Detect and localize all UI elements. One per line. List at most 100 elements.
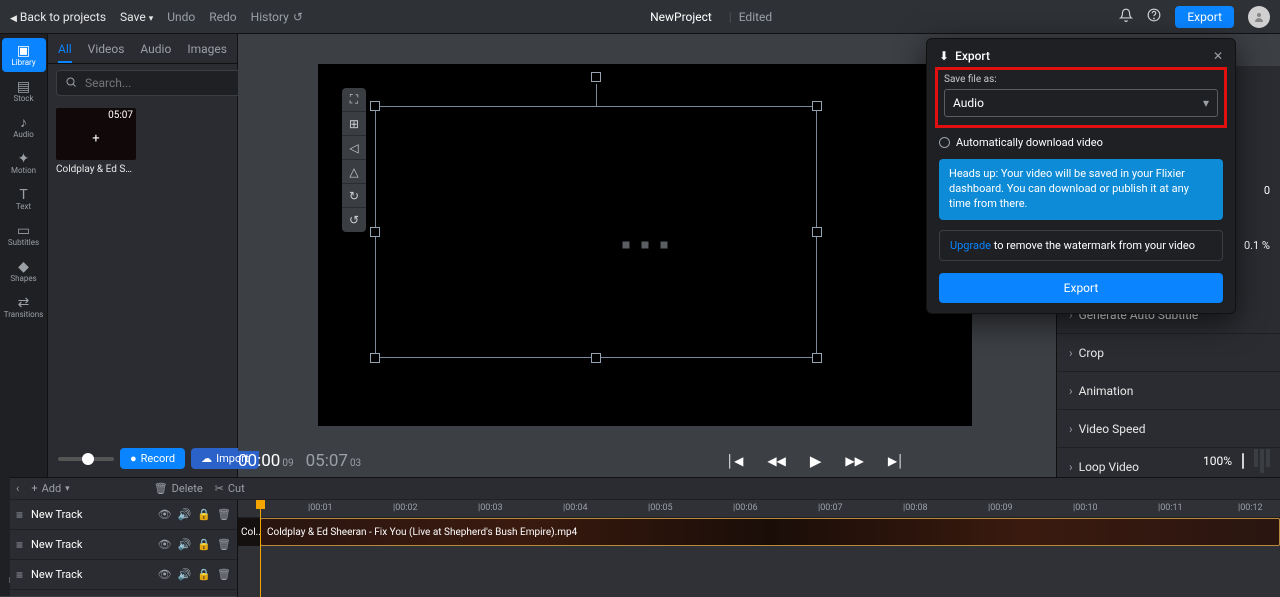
volume-icon[interactable]: 🔊 [178, 508, 192, 521]
asset-item[interactable]: 05:07 + Coldplay & Ed She... [56, 108, 136, 175]
add-button[interactable]: + Add ▾ [31, 482, 69, 495]
flip-v-icon[interactable]: △ [342, 160, 366, 184]
scissors-icon: ✂ [215, 482, 224, 495]
eye-icon[interactable]: 👁 [158, 538, 172, 551]
video-stage[interactable]: ⛶ ⊞ ◁ △ ↻ ↺ [318, 64, 972, 426]
search-input[interactable] [83, 75, 243, 91]
drag-icon[interactable]: ≡ [16, 538, 23, 552]
fit-icon[interactable]: ⛶ [342, 88, 366, 112]
rail-subtitles[interactable]: ▭Subtitles [2, 218, 46, 252]
trash-icon[interactable]: 🗑 [217, 568, 231, 581]
tab-videos[interactable]: Videos [88, 42, 125, 56]
rail-audio[interactable]: ♪Audio [2, 110, 46, 144]
flip-h-icon[interactable]: ◁ [342, 136, 366, 160]
clip-thumb[interactable]: Col... [238, 518, 260, 546]
acc-crop[interactable]: ›Crop [1057, 334, 1280, 372]
volume-icon[interactable]: 🔊 [178, 538, 192, 551]
folder-icon: ▣ [17, 44, 30, 58]
export-confirm-button[interactable]: Export [939, 273, 1223, 303]
handle-ne[interactable] [812, 101, 822, 111]
export-button[interactable]: Export [1175, 6, 1234, 28]
undo-button[interactable]: Undo [167, 10, 195, 24]
library-panel: All Videos Audio Images Date ▾ 05:07 + C… [48, 34, 238, 477]
asset-thumbnail: 05:07 + [56, 108, 136, 160]
forward-icon[interactable]: ▶▶ [845, 454, 863, 468]
trash-icon[interactable]: 🗑 [217, 508, 231, 521]
bell-icon[interactable] [1119, 8, 1133, 25]
handle-rotate[interactable] [591, 72, 601, 82]
save-as-select[interactable]: Audio ▾ [944, 89, 1218, 117]
zoom-level[interactable]: 100% [1203, 454, 1232, 468]
waveform-toggle-icon[interactable] [1254, 449, 1270, 473]
radio-unchecked-icon [939, 137, 950, 148]
handle-nw[interactable] [370, 101, 380, 111]
rail-motion[interactable]: ✦Motion [2, 146, 46, 180]
search-icon [65, 76, 77, 91]
volume-icon[interactable]: 🔊 [178, 568, 192, 581]
acc-animation[interactable]: ›Animation [1057, 372, 1280, 410]
time-ruler[interactable]: |00:01 |00:02 |00:03 |00:04 |00:05 |00:0… [238, 500, 1280, 518]
save-as-label: Save file as: [944, 74, 1218, 85]
record-button[interactable]: ●Record [120, 448, 185, 469]
lock-icon[interactable]: 🔒 [197, 568, 211, 581]
rotate-ccw-icon[interactable]: ↺ [342, 208, 366, 232]
tracks-area[interactable]: |00:01 |00:02 |00:03 |00:04 |00:05 |00:0… [238, 500, 1280, 597]
skip-start-icon[interactable]: │◀ [727, 454, 744, 468]
project-name: NewProject [650, 10, 712, 24]
export-popup-title: Export [955, 49, 990, 63]
help-icon[interactable] [1147, 8, 1161, 25]
rail-library[interactable]: ▣Library [2, 38, 46, 72]
rail-stock[interactable]: ▤Stock [2, 74, 46, 108]
save-button[interactable]: Save ▾ [120, 10, 153, 24]
handle-se[interactable] [812, 353, 822, 363]
lock-icon[interactable]: 🔒 [197, 508, 211, 521]
avatar[interactable] [1248, 6, 1270, 28]
play-icon[interactable]: ▶ [810, 452, 822, 470]
eye-icon[interactable]: 👁 [158, 568, 172, 581]
export-info-banner: Heads up: Your video will be saved in yo… [939, 159, 1223, 220]
timeline-back[interactable]: ‹ [16, 482, 19, 495]
upgrade-link[interactable]: Upgrade [950, 239, 991, 252]
search-input-wrap[interactable] [56, 70, 252, 96]
drag-icon[interactable]: ≡ [16, 508, 23, 522]
cut-button[interactable]: ✂ Cut [215, 482, 245, 495]
handle-sw[interactable] [370, 353, 380, 363]
plus-icon[interactable]: + [92, 132, 99, 147]
fullscreen-icon[interactable] [1242, 454, 1244, 468]
delete-button[interactable]: 🗑 Delete [154, 482, 203, 495]
trash-icon[interactable]: 🗑 [217, 538, 231, 551]
close-icon[interactable]: ✕ [1213, 49, 1223, 63]
history-button[interactable]: History ↺ [251, 10, 303, 24]
drag-icon[interactable]: ≡ [16, 568, 23, 582]
library-tabs: All Videos Audio Images [48, 34, 237, 64]
rail-transitions[interactable]: ⇄Transitions [2, 290, 46, 324]
tab-audio[interactable]: Audio [140, 42, 171, 56]
rail-text[interactable]: TText [2, 182, 46, 216]
thumb-size-slider[interactable] [58, 457, 114, 461]
timeline-clip[interactable]: Coldplay & Ed Sheeran - Fix You (Live at… [260, 518, 1280, 546]
auto-download-checkbox[interactable]: Automatically download video [939, 136, 1223, 149]
handle-s[interactable] [591, 353, 601, 363]
center-icon[interactable]: ⊞ [342, 112, 366, 136]
tab-images[interactable]: Images [187, 42, 227, 56]
eye-icon[interactable]: 👁 [158, 508, 172, 521]
motion-icon: ✦ [18, 152, 30, 166]
download-icon: ⬇ [939, 49, 949, 63]
loading-indicator [623, 242, 668, 249]
skip-end-icon[interactable]: ▶│ [888, 454, 905, 468]
lock-icon[interactable]: 🔒 [197, 538, 211, 551]
rewind-icon[interactable]: ◀◀ [767, 454, 785, 468]
project-title-area: NewProject | Edited [303, 10, 1119, 24]
acc-video-speed[interactable]: ›Video Speed [1057, 410, 1280, 448]
back-to-projects[interactable]: ◀ Back to projects [10, 10, 106, 24]
handle-w[interactable] [370, 227, 380, 237]
redo-button[interactable]: Redo [209, 10, 236, 24]
rail-shapes[interactable]: ◆Shapes [2, 254, 46, 288]
handle-e[interactable] [812, 227, 822, 237]
save-as-highlight: Save file as: Audio ▾ [935, 67, 1227, 128]
rotate-cw-icon[interactable]: ↻ [342, 184, 366, 208]
selection-rect[interactable] [375, 106, 817, 358]
text-icon: T [19, 188, 27, 202]
tab-all[interactable]: All [58, 42, 72, 56]
playhead[interactable] [260, 500, 261, 597]
